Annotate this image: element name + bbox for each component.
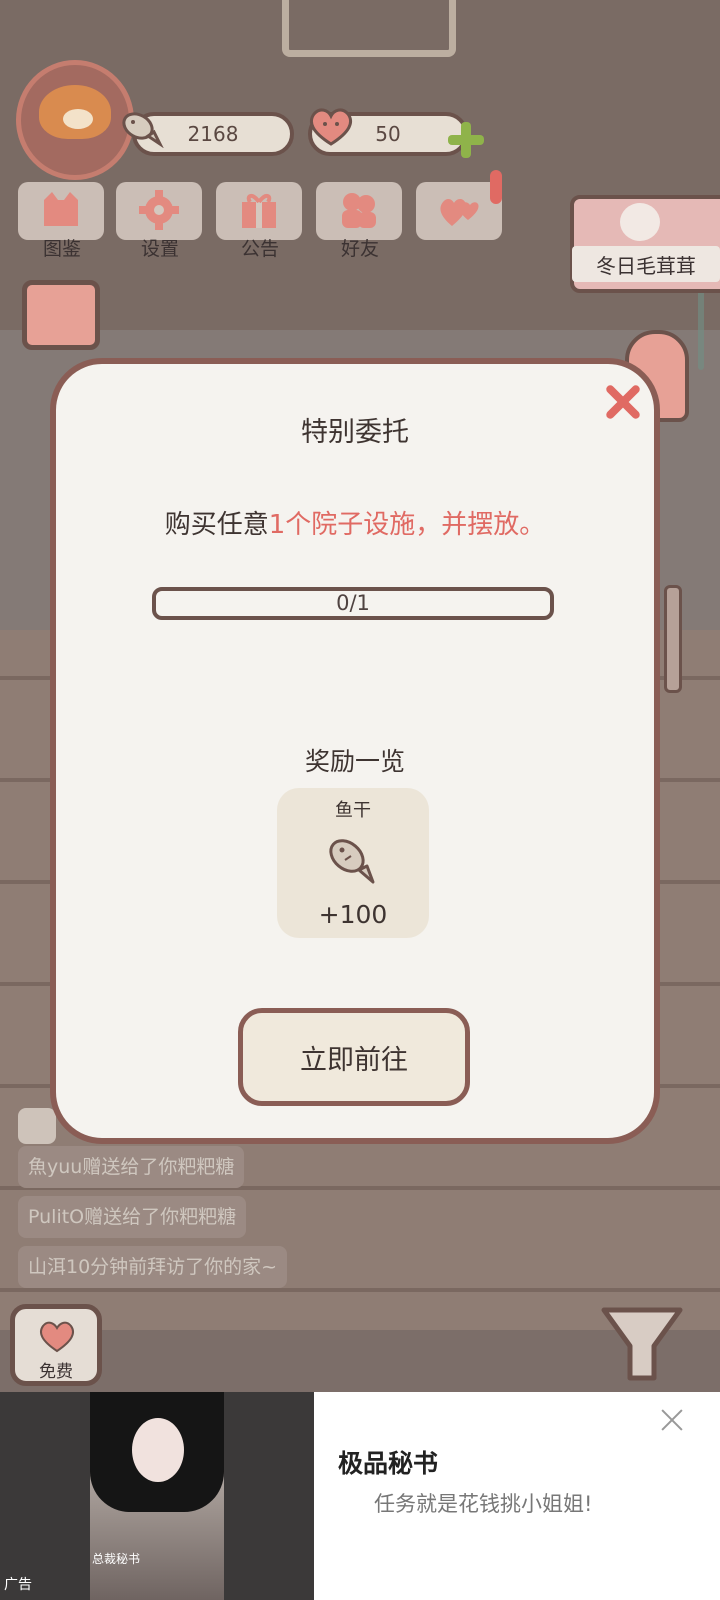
hearts-icon xyxy=(440,199,479,226)
heart-currency[interactable]: 50 xyxy=(308,108,468,156)
stand-decoration xyxy=(282,0,456,57)
menu-label: 公告 xyxy=(240,238,279,260)
dialog-title: 特别委托 xyxy=(301,417,409,448)
task-highlight: 1个院子设施，并摆放。 xyxy=(268,510,546,540)
chat-icon[interactable] xyxy=(18,1108,56,1144)
notification-badge xyxy=(490,170,502,204)
calendar-icon[interactable] xyxy=(22,280,100,350)
feed-item: 魚yuu赠送给了你粑粑糖 xyxy=(18,1146,245,1188)
heart-icon xyxy=(309,108,353,146)
reward-amount: +100 xyxy=(318,900,388,929)
task-description: 购买任意1个院子设施，并摆放。 xyxy=(50,504,660,541)
heart-icon xyxy=(39,1321,75,1353)
ad-photo-face xyxy=(132,1418,184,1482)
cat-avatar-icon xyxy=(39,85,111,139)
event-banner-label[interactable]: 冬日毛茸茸 xyxy=(572,246,720,282)
menu-friends-button[interactable]: 好友 xyxy=(316,182,404,260)
ad-label: 广告 xyxy=(4,1577,32,1593)
free-label: 免费 xyxy=(39,1362,73,1382)
gear-icon xyxy=(139,190,179,230)
task-prefix: 购买任意 xyxy=(164,510,269,540)
gift-icon xyxy=(242,194,276,228)
cat-head-icon xyxy=(44,192,78,226)
fish-count: 2168 xyxy=(187,122,239,146)
paw-icon xyxy=(620,203,660,241)
progress-text: 0/1 xyxy=(336,591,370,615)
reward-name: 鱼干 xyxy=(335,800,371,821)
fish-icon xyxy=(122,112,164,148)
go-now-button[interactable]: 立即前往 xyxy=(238,1008,470,1106)
rewards-title: 奖励一览 xyxy=(304,747,405,776)
ad-caption: 总裁秘书 xyxy=(92,1552,141,1566)
task-progress-bar: 0/1 xyxy=(152,587,554,620)
fish-icon xyxy=(329,839,375,884)
free-button[interactable]: 免费 xyxy=(10,1304,102,1386)
menu-label: 设置 xyxy=(140,238,179,260)
ad-title[interactable]: 极品秘书 xyxy=(338,1444,438,1480)
funnel-icon[interactable] xyxy=(598,1306,686,1386)
menu-label: 好友 xyxy=(340,238,379,260)
heart-count: 50 xyxy=(375,122,401,146)
fish-currency[interactable]: 2168 xyxy=(122,112,294,156)
menu-settings-button[interactable]: 设置 xyxy=(116,182,204,260)
side-tab[interactable] xyxy=(664,585,682,693)
ad-banner[interactable]: 广告 xyxy=(0,1392,720,1600)
reward-card: 鱼干 +100 xyxy=(277,788,429,938)
menu-announcement-button[interactable]: 公告 xyxy=(216,182,304,260)
ad-subtitle[interactable]: 任务就是花钱挑小姐姐! xyxy=(374,1488,592,1518)
friends-icon xyxy=(342,193,376,228)
menu-label: 图鉴 xyxy=(42,238,81,260)
ad-close-icon[interactable] xyxy=(660,1408,684,1432)
feed-item: PulitO赠送给了你粑粑糖 xyxy=(18,1196,247,1238)
menu-collection-button[interactable]: 图鉴 xyxy=(18,182,106,260)
add-hearts-button[interactable] xyxy=(446,120,486,160)
feed-item: 山洱10分钟前拜访了你的家~ xyxy=(18,1246,288,1288)
